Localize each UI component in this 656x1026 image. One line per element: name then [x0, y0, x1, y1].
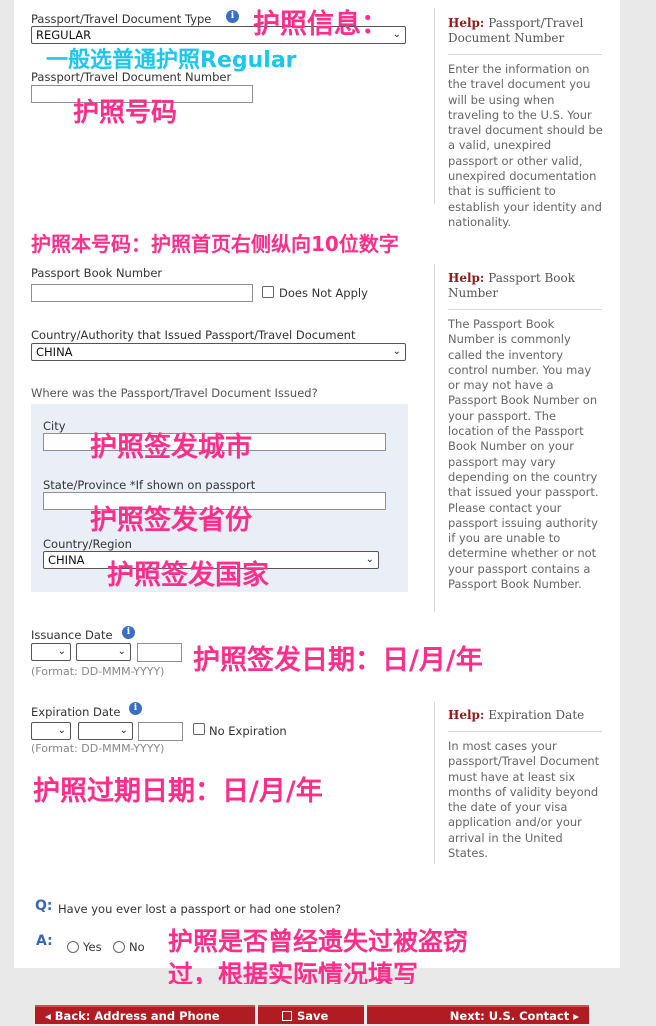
issuance-day-select[interactable]: ⌄: [31, 643, 71, 661]
country-region-value: CHINA: [48, 553, 85, 567]
help-book-number-title: Help: Passport Book Number: [448, 271, 598, 301]
help-divider: [434, 264, 435, 612]
help-book-number-body: The Passport Book Number is commonly cal…: [448, 317, 599, 592]
doc-type-value: REGULAR: [36, 28, 92, 42]
annotation-passport-number: 护照号码: [73, 98, 178, 128]
no-expiration-checkbox[interactable]: [193, 723, 205, 735]
expiration-year-input[interactable]: [138, 722, 183, 741]
info-icon[interactable]: i: [129, 702, 142, 715]
help-separator: [448, 54, 602, 55]
annotation-lost-line1: 护照是否曾经遗失过被盗窃: [168, 927, 469, 956]
back-label: Back: Address and Phone: [54, 1009, 220, 1023]
help-expiration-body: In most cases your passport/Travel Docum…: [448, 739, 600, 861]
help-separator: [448, 309, 602, 310]
issuance-date-label: Issuance Date: [31, 628, 113, 642]
expiration-date-label: Expiration Date: [31, 705, 121, 719]
chevron-down-icon: ⌄: [365, 554, 374, 565]
country-authority-value: CHINA: [36, 345, 73, 359]
question-marker: Q:: [35, 898, 53, 914]
yes-radio[interactable]: [67, 941, 79, 953]
chevron-left-icon: ◂: [45, 1009, 51, 1023]
issued-where-label: Where was the Passport/Travel Document I…: [31, 386, 318, 400]
issuance-month-select[interactable]: ⌄: [76, 643, 131, 661]
floppy-disk-icon: [282, 1011, 292, 1021]
chevron-down-icon: ⌄: [57, 725, 66, 736]
annotation-issue-date: 护照签发日期：日/月/年: [193, 645, 483, 676]
expiration-format-hint: (Format: DD-MMM-YYYY): [31, 742, 165, 755]
does-not-apply-label: Does Not Apply: [279, 286, 368, 300]
chevron-down-icon: ⌄: [119, 725, 128, 736]
annotation-passport-info: 护照信息：: [253, 9, 388, 40]
help-word: Help:: [448, 271, 485, 285]
help-word: Help:: [448, 16, 485, 30]
annotation-issue-city: 护照签发城市: [90, 432, 252, 463]
help-divider: [434, 702, 435, 864]
country-region-label: Country/Region: [43, 537, 132, 551]
lost-passport-question: Have you ever lost a passport or had one…: [58, 902, 341, 916]
chevron-down-icon: ⌄: [392, 29, 401, 40]
help-word: Help:: [448, 708, 485, 722]
answer-marker: A:: [36, 933, 53, 949]
annotation-choose-regular: 一般选普通护照Regular: [46, 48, 297, 73]
chevron-down-icon: ⌄: [392, 346, 401, 357]
book-number-label: Passport Book Number: [31, 266, 163, 280]
help-divider: [434, 8, 435, 204]
no-expiration-label: No Expiration: [209, 724, 287, 738]
book-number-input[interactable]: [31, 284, 253, 302]
help-separator: [448, 731, 602, 732]
save-button[interactable]: Save: [258, 1005, 364, 1024]
does-not-apply-checkbox[interactable]: [262, 286, 274, 298]
annotation-issue-province: 护照签发省份: [90, 505, 252, 536]
country-authority-select[interactable]: CHINA ⌄: [31, 343, 406, 361]
help-expiration-title: Help: Expiration Date: [448, 708, 603, 723]
help-doc-number-title: Help: Passport/Travel Document Number: [448, 16, 598, 46]
no-radio[interactable]: [113, 941, 125, 953]
yes-label: Yes: [83, 940, 102, 954]
info-icon[interactable]: i: [226, 10, 239, 23]
expiration-month-select[interactable]: ⌄: [78, 722, 133, 740]
annotation-book-number: 护照本号码：护照首页右侧纵向10位数字: [31, 232, 399, 256]
issuance-format-hint: (Format: DD-MMM-YYYY): [31, 665, 165, 678]
save-label: Save: [297, 1009, 329, 1023]
doc-type-label: Passport/Travel Document Type: [31, 12, 212, 26]
expiration-day-select[interactable]: ⌄: [31, 722, 71, 740]
chevron-down-icon: ⌄: [57, 646, 66, 657]
info-icon[interactable]: i: [122, 626, 135, 639]
chevron-right-icon: ▸: [573, 1009, 579, 1023]
annotation-expire-date: 护照过期日期：日/月/年: [33, 776, 323, 807]
annotation-issue-country: 护照签发国家: [107, 560, 269, 591]
no-label: No: [129, 940, 145, 954]
issuance-year-input[interactable]: [137, 643, 182, 662]
help-doc-number-body: Enter the information on the travel docu…: [448, 62, 603, 229]
city-label: City: [43, 419, 66, 433]
state-label: State/Province *If shown on passport: [43, 478, 256, 492]
country-authority-label: Country/Authority that Issued Passport/T…: [31, 328, 356, 342]
back-button[interactable]: ◂ Back: Address and Phone: [35, 1005, 255, 1024]
chevron-down-icon: ⌄: [117, 646, 126, 657]
next-label: Next: U.S. Contact: [449, 1009, 570, 1023]
next-button[interactable]: Next: U.S. Contact ▸: [367, 1005, 589, 1024]
help-title-text: Expiration Date: [488, 708, 585, 722]
